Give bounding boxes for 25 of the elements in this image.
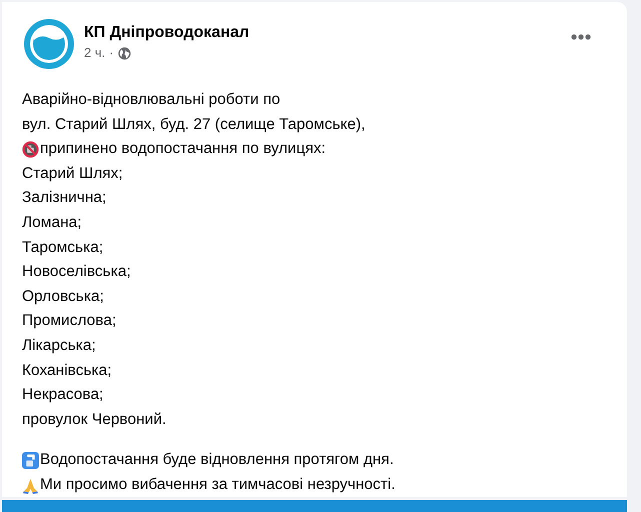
street-name: Орловська; bbox=[22, 286, 105, 307]
avatar-icon[interactable] bbox=[23, 18, 75, 70]
separator-dot: · bbox=[109, 44, 114, 62]
post-text-line: Ми просимо вибачення за тимчасові незручності. bbox=[40, 474, 396, 495]
street-name: Новоселівська; bbox=[22, 262, 132, 282]
street-name: Лікарська; bbox=[22, 336, 97, 356]
post-text-line: припинено водопостачання по вулицях: bbox=[40, 139, 326, 160]
post-text-line: вул. Старий Шлях, буд. 27 (селище Таромське), bbox=[22, 114, 366, 135]
street-name: Ломана; bbox=[22, 212, 83, 233]
street-name: Некрасова; bbox=[22, 385, 104, 406]
more-icon bbox=[571, 34, 591, 40]
street-name: Промислова; bbox=[22, 311, 118, 332]
post-text-line: Аварійно-відновлювальні роботи по bbox=[22, 90, 282, 110]
no-water-icon bbox=[22, 140, 39, 158]
water-tap-icon bbox=[22, 452, 39, 470]
author-name[interactable]: КП Дніпроводоканал bbox=[84, 22, 250, 44]
globe-icon bbox=[118, 46, 131, 60]
street-name: провулок Червоний. bbox=[22, 410, 168, 430]
street-name: Старий Шлях; bbox=[22, 164, 124, 184]
praying-hands-icon bbox=[22, 476, 39, 494]
post-time[interactable]: 2 ч. bbox=[84, 44, 106, 62]
street-name: Таромська; bbox=[22, 238, 104, 258]
street-name: Залізнична; bbox=[22, 188, 108, 208]
street-name: Коханівська; bbox=[22, 360, 113, 381]
post-text-line: Водопостачання буде відновлення протягом дня. bbox=[40, 450, 394, 470]
